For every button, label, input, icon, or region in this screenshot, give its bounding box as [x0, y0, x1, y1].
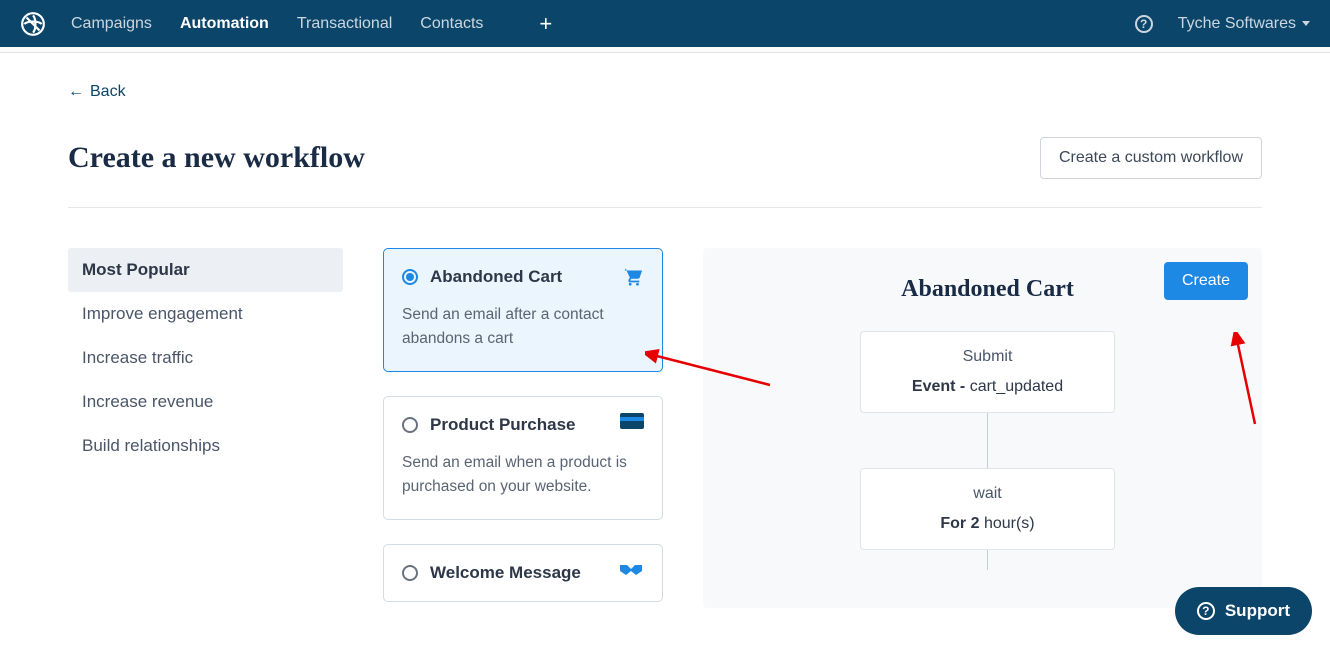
- nav-contacts[interactable]: Contacts: [420, 15, 483, 33]
- flow-connector: [987, 413, 988, 468]
- sidebar-item-build-relationships[interactable]: Build relationships: [68, 424, 343, 468]
- category-sidebar: Most Popular Improve engagement Increase…: [68, 248, 343, 608]
- card-title: Welcome Message: [430, 563, 581, 583]
- node-subtitle: For 2 hour(s): [877, 515, 1098, 533]
- support-label: Support: [1225, 601, 1290, 621]
- support-icon: ?: [1197, 602, 1215, 620]
- card-desc: Send an email when a product is purchase…: [402, 451, 644, 499]
- nav-automation[interactable]: Automation: [180, 15, 269, 33]
- main-nav: Campaigns Automation Transactional Conta…: [71, 11, 552, 37]
- radio-selected-icon: [402, 269, 418, 285]
- node-subtitle: Event - cart_updated: [877, 378, 1098, 396]
- handshake-icon: [618, 561, 644, 584]
- card-welcome-message[interactable]: Welcome Message: [383, 544, 663, 602]
- separator: [68, 207, 1262, 208]
- card-abandoned-cart[interactable]: Abandoned Cart Send an email after a con…: [383, 248, 663, 372]
- node-title: Submit: [877, 348, 1098, 366]
- flow-connector: [987, 550, 988, 570]
- sidebar-item-increase-revenue[interactable]: Increase revenue: [68, 380, 343, 424]
- back-label: Back: [90, 83, 126, 101]
- workflow-template-list: Abandoned Cart Send an email after a con…: [383, 248, 663, 608]
- create-button[interactable]: Create: [1164, 262, 1248, 300]
- sidebar-item-increase-traffic[interactable]: Increase traffic: [68, 336, 343, 380]
- flow-node-submit: Submit Event - cart_updated: [860, 331, 1115, 413]
- nav-transactional[interactable]: Transactional: [297, 15, 392, 33]
- create-custom-workflow-button[interactable]: Create a custom workflow: [1040, 137, 1262, 179]
- sidebar-item-most-popular[interactable]: Most Popular: [68, 248, 343, 292]
- radio-icon: [402, 417, 418, 433]
- sidebar-item-improve-engagement[interactable]: Improve engagement: [68, 292, 343, 336]
- card-desc: Send an email after a contact abandons a…: [402, 303, 644, 351]
- arrow-left-icon: ←: [68, 83, 84, 101]
- cart-icon: [620, 265, 644, 292]
- node-title: wait: [877, 485, 1098, 503]
- top-navbar: Campaigns Automation Transactional Conta…: [0, 0, 1330, 47]
- page-title: Create a new workflow: [68, 141, 365, 175]
- plus-icon[interactable]: +: [539, 11, 552, 37]
- card-title: Product Purchase: [430, 415, 576, 435]
- account-dropdown[interactable]: Tyche Softwares: [1178, 15, 1310, 33]
- back-link[interactable]: ← Back: [68, 83, 126, 101]
- support-button[interactable]: ? Support: [1175, 587, 1312, 635]
- nav-campaigns[interactable]: Campaigns: [71, 15, 152, 33]
- brand-logo: [20, 11, 46, 37]
- preview-title: Abandoned Cart: [741, 276, 1234, 303]
- workflow-preview-panel: Create Abandoned Cart Submit Event - car…: [703, 248, 1262, 608]
- help-icon[interactable]: ?: [1135, 15, 1153, 33]
- card-product-purchase[interactable]: Product Purchase Send an email when a pr…: [383, 396, 663, 520]
- card-title: Abandoned Cart: [430, 267, 562, 287]
- radio-icon: [402, 565, 418, 581]
- flow-node-wait: wait For 2 hour(s): [860, 468, 1115, 550]
- creditcard-icon: [620, 413, 644, 436]
